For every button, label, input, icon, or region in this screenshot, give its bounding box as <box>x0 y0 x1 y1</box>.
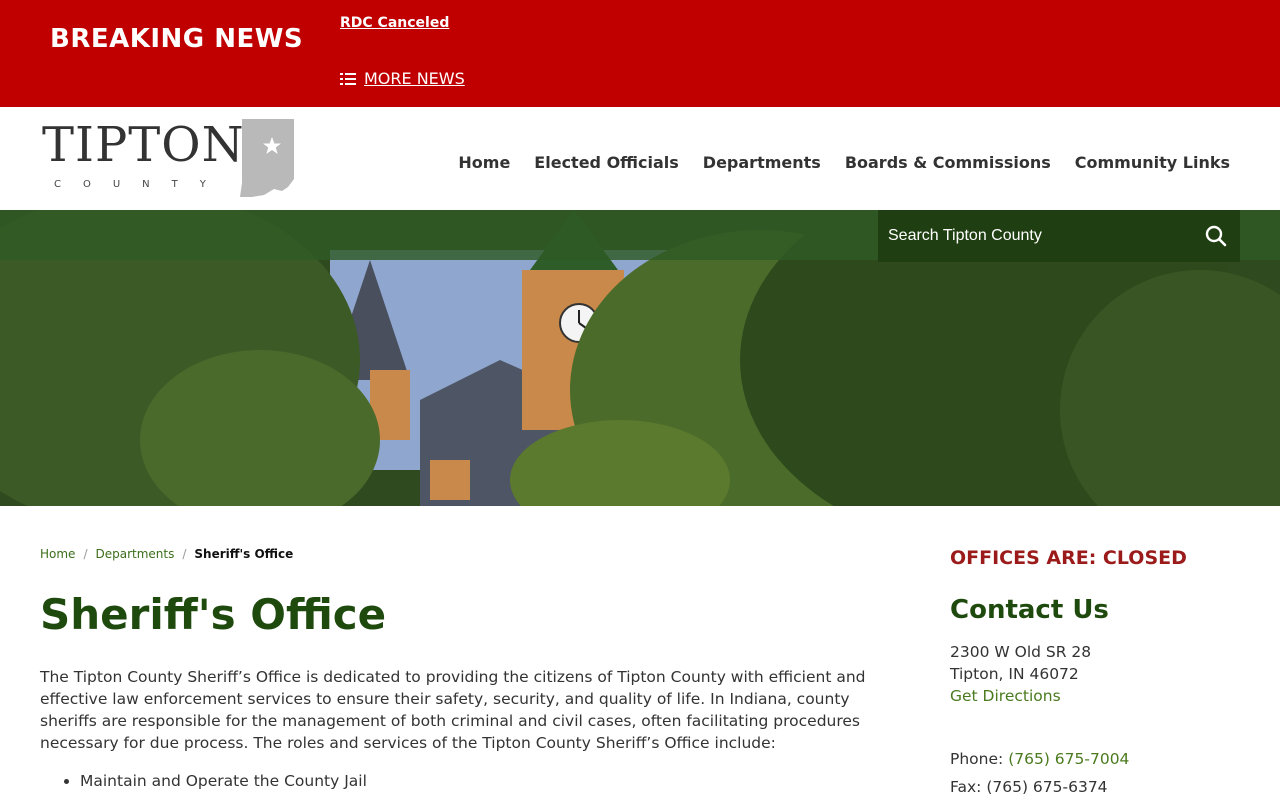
more-news-link[interactable]: MORE NEWS <box>340 69 465 88</box>
breadcrumb-current: Sheriff's Office <box>194 547 294 561</box>
breadcrumb: Home / Departments / Sheriff's Office <box>40 547 293 561</box>
site-search <box>878 210 1240 262</box>
more-news-label: MORE NEWS <box>364 69 465 88</box>
breaking-news-title: BREAKING NEWS <box>50 24 304 54</box>
intro-paragraph: The Tipton County Sheriff’s Office is de… <box>40 668 866 752</box>
nav-boards-commissions[interactable]: Boards & Commissions <box>845 153 1051 172</box>
fax-number: Fax: (765) 675-6374 <box>950 778 1108 796</box>
address-line-2: Tipton, IN 46072 <box>950 665 1079 683</box>
hero-banner <box>0 210 1280 506</box>
services-list: Maintain and Operate the County Jail <box>80 770 367 792</box>
nav-home[interactable]: Home <box>458 153 510 172</box>
site-header: TIPTON COUNTY Home Elected Officials Dep… <box>0 107 1280 210</box>
county-logo[interactable]: TIPTON COUNTY <box>42 117 302 201</box>
logo-subtitle: COUNTY <box>54 179 228 190</box>
main-nav: Home Elected Officials Departments Board… <box>458 153 1230 172</box>
nav-community-links[interactable]: Community Links <box>1075 153 1230 172</box>
nav-elected-officials[interactable]: Elected Officials <box>534 153 679 172</box>
contact-heading: Contact Us <box>950 595 1109 625</box>
nav-departments[interactable]: Departments <box>703 153 821 172</box>
search-input[interactable] <box>888 227 1188 245</box>
list-icon <box>340 72 356 86</box>
breadcrumb-separator: / <box>182 547 187 561</box>
get-directions-link[interactable]: Get Directions <box>950 687 1061 705</box>
breadcrumb-departments[interactable]: Departments <box>95 547 174 561</box>
office-status: OFFICES ARE: CLOSED <box>950 547 1187 569</box>
page-title: Sheriff's Office <box>40 590 387 639</box>
contact-phone-block: Phone: (765) 675-7004 Fax: (765) 675-637… <box>950 745 1129 800</box>
contact-address: 2300 W Old SR 28 Tipton, IN 46072 Get Di… <box>950 641 1091 707</box>
breadcrumb-home[interactable]: Home <box>40 547 75 561</box>
indiana-state-icon <box>240 119 294 197</box>
breaking-news-item-link[interactable]: RDC Canceled <box>340 15 449 31</box>
search-icon[interactable] <box>1204 224 1228 248</box>
phone-label: Phone: <box>950 750 1004 768</box>
list-item: Maintain and Operate the County Jail <box>80 770 367 792</box>
logo-wordmark: TIPTON <box>42 117 245 173</box>
breadcrumb-separator: / <box>83 547 88 561</box>
breaking-news-bar: BREAKING NEWS RDC Canceled MORE NEWS <box>0 0 1280 107</box>
phone-link[interactable]: (765) 675-7004 <box>1008 750 1129 768</box>
address-line-1: 2300 W Old SR 28 <box>950 643 1092 661</box>
